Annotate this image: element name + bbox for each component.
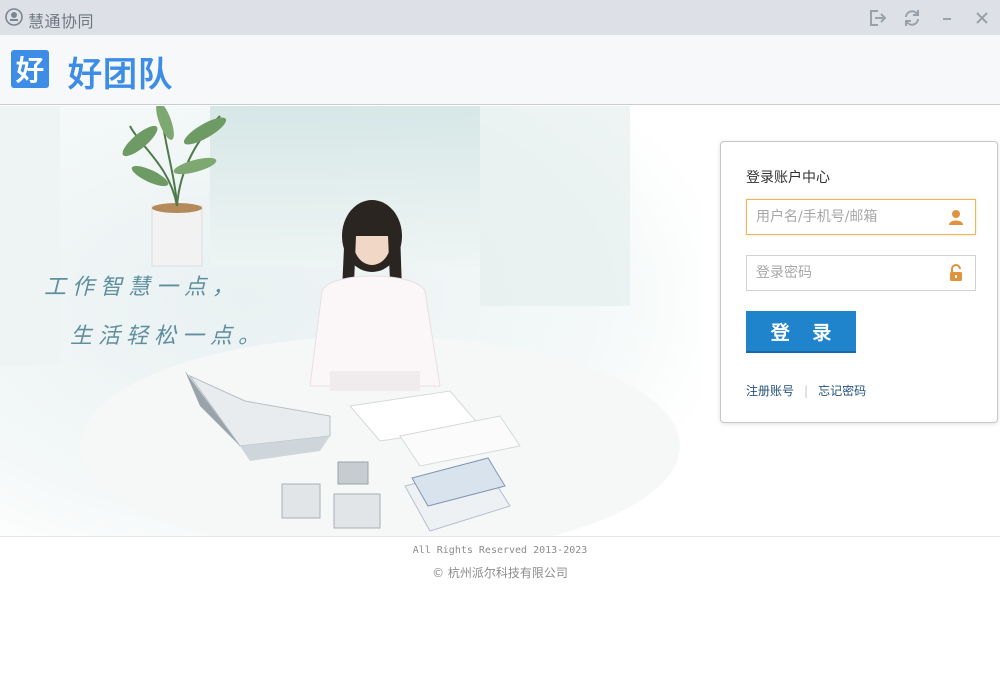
register-link[interactable]: 注册账号 — [746, 382, 794, 399]
minimize-icon — [943, 18, 951, 20]
logout-icon — [870, 10, 887, 26]
password-input[interactable] — [754, 258, 939, 288]
close-icon — [976, 12, 988, 24]
refresh-icon — [905, 10, 919, 26]
login-panel: 登录账户中心 登 录 注册账号 | 忘记密码 — [720, 141, 998, 423]
logo-mark: 好 — [11, 50, 49, 88]
app-icon — [5, 8, 23, 26]
brand-name: 好团队 — [68, 55, 173, 95]
slogan-line-2: 生活轻松一点。 — [70, 324, 267, 349]
logout-button[interactable] — [867, 8, 887, 28]
app-header: 好 好团队 — [0, 35, 1000, 105]
window-title: 慧通协同 — [28, 12, 95, 31]
refresh-button[interactable] — [902, 8, 922, 28]
password-field[interactable] — [746, 255, 976, 291]
login-button[interactable]: 登 录 — [746, 311, 856, 353]
copyright-text: All Rights Reserved 2013-2023 — [412, 545, 588, 556]
title-bar: 慧通协同 — [0, 0, 1000, 35]
username-field[interactable] — [746, 199, 976, 235]
login-title: 登录账户中心 — [746, 170, 830, 186]
close-button[interactable] — [972, 8, 992, 28]
minimize-button[interactable] — [937, 8, 957, 28]
user-icon — [949, 210, 963, 225]
company-name: © 杭州派尔科技有限公司 — [432, 566, 568, 580]
username-input[interactable] — [754, 202, 939, 232]
footer-divider — [0, 536, 1000, 537]
account-links: 注册账号 | 忘记密码 — [746, 382, 866, 399]
lock-icon — [950, 264, 962, 281]
forgot-password-link[interactable]: 忘记密码 — [818, 382, 866, 399]
slogan-line-1: 工作智慧一点， — [44, 275, 241, 300]
link-separator: | — [804, 383, 809, 398]
